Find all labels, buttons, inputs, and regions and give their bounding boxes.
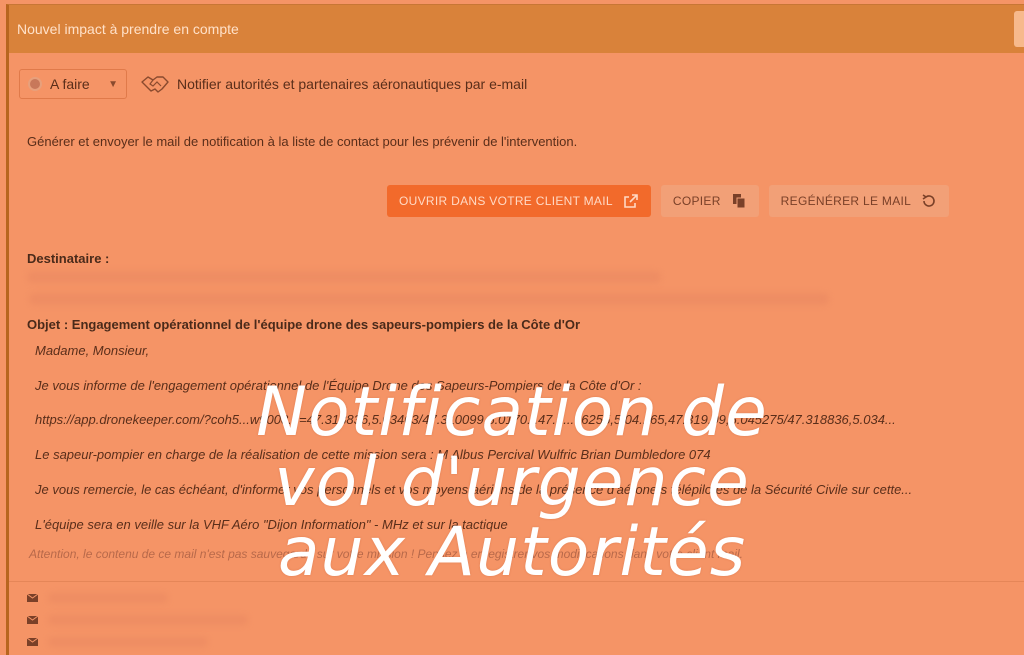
copy-button[interactable]: COPIER — [660, 185, 759, 217]
mail-actions: OUVRIR DANS VOTRE CLIENT MAIL COPIER REG… — [387, 185, 950, 217]
mail-icon — [27, 594, 38, 602]
status-dot-icon — [28, 77, 42, 91]
open-mail-label: OUVRIR DANS VOTRE CLIENT MAIL — [399, 194, 613, 208]
regenerate-mail-button[interactable]: REGÉNÉRER LE MAIL — [768, 185, 950, 217]
overlay-title-line: Notification de — [256, 373, 768, 452]
contact-item — [27, 615, 248, 625]
contact-redacted — [48, 593, 168, 603]
contact-item — [27, 637, 208, 647]
chevron-down-icon: ▼ — [108, 78, 118, 90]
refresh-icon — [922, 194, 935, 207]
task-title: Notifier autorités et partenaires aérona… — [177, 76, 528, 92]
overlay-title-line: vol d'urgence — [274, 443, 750, 522]
external-link-icon — [624, 194, 638, 208]
panel-title: Nouvel impact à prendre en compte — [17, 21, 239, 37]
recipient-label: Destinataire : — [27, 251, 110, 266]
recipient-list-redacted — [27, 271, 661, 283]
task-description: Générer et envoyer le mail de notificati… — [27, 134, 578, 149]
contact-redacted — [48, 615, 248, 625]
status-value: A faire — [50, 76, 90, 92]
mail-icon — [27, 616, 38, 624]
handshake-icon — [141, 76, 169, 93]
regenerate-label: REGÉNÉRER LE MAIL — [780, 194, 912, 208]
contact-item — [27, 593, 168, 603]
panel-header: Nouvel impact à prendre en compte — [9, 5, 1024, 53]
contact-redacted — [48, 637, 208, 647]
recipient-list-redacted — [29, 293, 829, 305]
overlay-title: Notification de vol d'urgence aux Autori… — [0, 378, 1024, 588]
mail-body-line: Madame, Monsieur, — [35, 343, 150, 358]
task-row: A faire ▼ Notifier autorités et partenai… — [19, 69, 527, 99]
overlay-title-line: aux Autorités — [277, 513, 747, 592]
copy-icon — [732, 194, 746, 209]
mail-icon — [27, 638, 38, 646]
open-mail-client-button[interactable]: OUVRIR DANS VOTRE CLIENT MAIL — [387, 185, 651, 217]
mail-subject: Objet : Engagement opérationnel de l'équ… — [27, 317, 581, 332]
header-close-button[interactable] — [1014, 11, 1024, 47]
status-select[interactable]: A faire ▼ — [19, 69, 127, 99]
copy-label: COPIER — [672, 194, 721, 208]
